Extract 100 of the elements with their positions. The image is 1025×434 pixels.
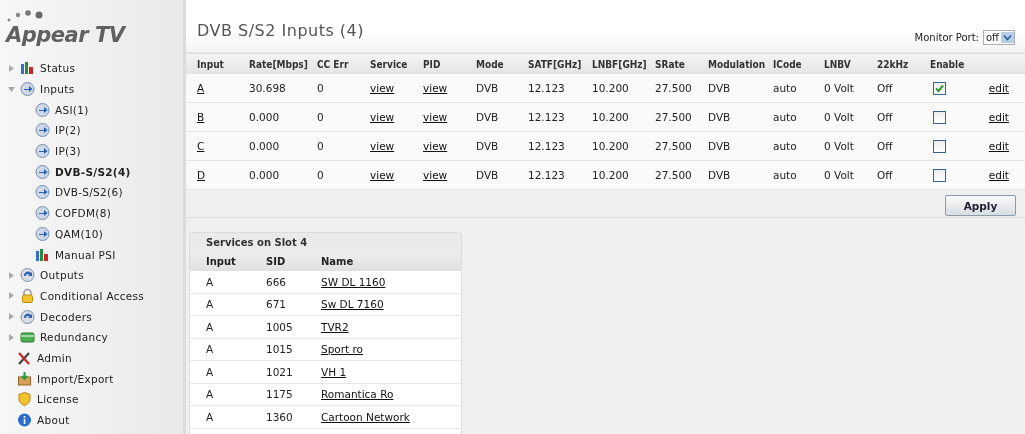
- table-cell-text: A: [206, 388, 215, 401]
- table-cell-text: A: [206, 320, 215, 333]
- service-link[interactable]: Cartoon Network: [321, 410, 410, 423]
- view-link[interactable]: view: [370, 169, 395, 181]
- sidebar-subitem[interactable]: COFDM(8): [0, 202, 183, 224]
- sidebar-subitem[interactable]: IP(3): [0, 140, 183, 162]
- table-cell-text: 30.698: [249, 82, 287, 94]
- table-cell-text: DVB: [708, 111, 732, 123]
- service-link[interactable]: Romantica Ro: [321, 388, 394, 401]
- dropdown-arrow-icon: [1001, 32, 1014, 43]
- view-link[interactable]: view: [370, 140, 395, 152]
- sidebar-item[interactable]: Status: [0, 58, 183, 79]
- column-header: Modulation: [708, 58, 767, 70]
- arrow-disc-icon: [20, 81, 35, 98]
- table-cell-text: auto: [773, 82, 798, 94]
- page-title: DVB S/S2 Inputs (4): [197, 21, 365, 40]
- arrow-disc-icon: [35, 184, 50, 201]
- column-header: Input: [197, 58, 225, 70]
- expand-arrow-icon[interactable]: [8, 292, 15, 300]
- collapse-arrow-icon[interactable]: [8, 85, 15, 93]
- sidebar-subitem[interactable]: DVB-S/S2(4): [0, 161, 183, 183]
- column-header: SRate: [655, 58, 686, 70]
- table-cell-text: 27.500: [655, 111, 693, 123]
- input-link[interactable]: C: [197, 140, 205, 152]
- edit-link[interactable]: edit: [988, 169, 1009, 181]
- enable-checkbox[interactable]: [933, 139, 946, 153]
- sidebar-label: About: [37, 414, 70, 427]
- table-cell-text: Off: [877, 169, 894, 181]
- arrow-disc-icon: [35, 101, 50, 118]
- expand-arrow-icon[interactable]: [8, 64, 15, 72]
- sidebar-item[interactable]: Conditional Access: [0, 285, 183, 307]
- table-cell-text: DVB: [708, 82, 732, 94]
- view-link[interactable]: view: [370, 111, 395, 123]
- view-link[interactable]: view: [423, 82, 448, 94]
- table-cell-text: DVB: [476, 82, 500, 94]
- apply-button[interactable]: Apply: [945, 195, 1016, 216]
- enable-checkbox[interactable]: [933, 81, 946, 95]
- sidebar-item[interactable]: Inputs: [0, 78, 183, 100]
- edit-link[interactable]: edit: [988, 140, 1009, 152]
- service-link[interactable]: SW DL 1160: [321, 275, 386, 288]
- table-cell-text: DVB: [476, 140, 500, 152]
- table-cell-text: 12.123: [528, 169, 566, 181]
- download-box-icon: [17, 370, 32, 387]
- table-cell-text: A: [206, 365, 215, 378]
- enable-checkbox[interactable]: [933, 168, 946, 182]
- sidebar-subitem[interactable]: IP(2): [0, 120, 183, 141]
- sidebar-item[interactable]: License: [0, 389, 183, 410]
- sidebar-item[interactable]: Import/Export: [0, 368, 183, 389]
- sidebar-item[interactable]: About: [0, 409, 183, 431]
- view-link[interactable]: view: [423, 169, 448, 181]
- expand-arrow-icon[interactable]: [8, 271, 15, 279]
- table-cell-text: Off: [877, 140, 894, 152]
- column-header: PID: [423, 58, 442, 70]
- table-cell-text: 1175: [266, 388, 294, 401]
- arrow-disc-icon: [35, 143, 50, 160]
- monitor-port-select[interactable]: off: [983, 30, 1015, 45]
- sidebar-item[interactable]: Redundancy: [0, 326, 183, 348]
- sidebar-subitem[interactable]: ASI(1): [0, 99, 183, 121]
- sidebar-item[interactable]: Decoders: [0, 306, 183, 327]
- input-link[interactable]: B: [197, 111, 205, 123]
- sidebar-label: IP(3): [55, 145, 81, 158]
- table-cell-text: 1360: [266, 410, 294, 423]
- table-cell-text: 671: [266, 298, 288, 311]
- sidebar-label: ASI(1): [55, 103, 89, 116]
- edit-link[interactable]: edit: [988, 82, 1009, 94]
- sidebar-label: Inputs: [40, 83, 75, 96]
- sidebar-label: DVB-S/S2(6): [55, 186, 123, 199]
- expand-arrow-icon[interactable]: [8, 313, 15, 321]
- input-link[interactable]: D: [197, 169, 206, 181]
- arrow-disc-icon: [35, 163, 50, 180]
- sidebar-subitem[interactable]: Manual PSI: [0, 244, 183, 265]
- arrow-disc-icon: [35, 225, 50, 242]
- table-cell-text: Off: [877, 111, 894, 123]
- refresh-icon: [20, 267, 35, 284]
- enable-checkbox[interactable]: [933, 110, 946, 124]
- table-cell-text: 0 Volt: [824, 169, 855, 181]
- sidebar-subitem[interactable]: QAM(10): [0, 223, 183, 245]
- edit-link[interactable]: edit: [988, 111, 1009, 123]
- table-cell-text: 0 Volt: [824, 82, 855, 94]
- sidebar-item[interactable]: Admin: [0, 347, 183, 369]
- expand-arrow-icon[interactable]: [8, 333, 15, 341]
- sidebar-label: IP(2): [55, 124, 81, 137]
- service-link[interactable]: TVR2: [321, 320, 349, 333]
- bar-chart-icon: [20, 60, 35, 77]
- sidebar-item[interactable]: Outputs: [0, 264, 183, 286]
- table-cell-text: Off: [877, 82, 894, 94]
- info-icon: [17, 412, 32, 429]
- sidebar-label: QAM(10): [55, 227, 104, 240]
- service-link[interactable]: VH 1: [321, 365, 347, 378]
- table-cell-text: auto: [773, 111, 798, 123]
- table-cell-text: 27.500: [655, 140, 693, 152]
- view-link[interactable]: view: [423, 111, 448, 123]
- table-cell-text: 0: [317, 140, 325, 152]
- service-link[interactable]: Sport ro: [321, 343, 364, 356]
- input-link[interactable]: A: [197, 82, 205, 94]
- sidebar-subitem[interactable]: DVB-S/S2(6): [0, 182, 183, 203]
- view-link[interactable]: view: [370, 82, 395, 94]
- table-cell-text: 12.123: [528, 140, 566, 152]
- view-link[interactable]: view: [423, 140, 448, 152]
- service-link[interactable]: Sw DL 7160: [321, 298, 384, 311]
